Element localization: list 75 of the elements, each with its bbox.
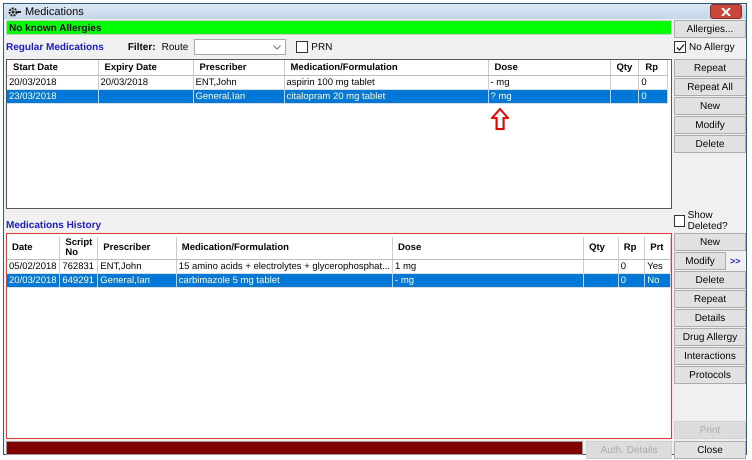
action-button[interactable]: New bbox=[674, 233, 746, 251]
table-cell: 0 bbox=[620, 275, 626, 286]
table-cell: 20/03/2018 bbox=[9, 77, 57, 88]
gear-icon bbox=[8, 6, 22, 16]
route-label: Route bbox=[162, 42, 188, 52]
action-button[interactable]: Protocols bbox=[674, 366, 746, 384]
table-cell: ? mg bbox=[490, 91, 512, 102]
action-button[interactable]: Delete bbox=[674, 135, 746, 153]
column-header[interactable]: Prt bbox=[644, 237, 670, 260]
allergy-status-bar: No known Allergies bbox=[6, 20, 672, 35]
table-cell: 762831 bbox=[62, 261, 94, 272]
column-header[interactable]: Qty bbox=[584, 237, 618, 260]
chevron-down-icon bbox=[273, 44, 282, 50]
prn-label: PRN bbox=[311, 42, 332, 52]
table-cell: carbimazole 5 mg tablet bbox=[178, 275, 280, 286]
table-cell: 1 mg bbox=[395, 261, 416, 272]
table-cell: aspirin 100 mg tablet bbox=[286, 77, 375, 88]
action-button[interactable]: Repeat bbox=[674, 290, 746, 308]
table-cell: No bbox=[647, 275, 660, 286]
section-title: Regular Medications bbox=[6, 42, 104, 52]
table-cell: - mg bbox=[395, 275, 414, 286]
show-deleted-checkbox[interactable] bbox=[674, 215, 685, 227]
table-cell: - mg bbox=[490, 77, 510, 88]
section-title: Medications History bbox=[6, 220, 102, 231]
column-header[interactable]: Dose bbox=[488, 60, 610, 76]
up-arrow-icon bbox=[491, 108, 509, 130]
action-button[interactable]: Repeat All bbox=[674, 78, 746, 96]
action-button[interactable]: Modify bbox=[674, 252, 726, 270]
expand-link[interactable]: >> bbox=[730, 256, 741, 266]
close-dialog-button[interactable]: Close bbox=[674, 441, 746, 459]
table-cell: 05/02/2018 bbox=[9, 261, 57, 272]
column-header[interactable]: Date bbox=[7, 237, 60, 260]
filter-label: Filter: bbox=[128, 42, 156, 52]
action-button[interactable]: Details bbox=[674, 309, 746, 327]
table-cell: Yes bbox=[647, 261, 663, 272]
history-row[interactable]: 20/03/2018 649291 General,Ian carbimazole 5 mg tablet - mg 0 No bbox=[7, 274, 670, 288]
medication-row[interactable]: 23/03/2018 General,Ian citalopram 20 mg tablet ? mg 0 bbox=[7, 90, 668, 104]
column-header[interactable]: Script No bbox=[60, 237, 98, 260]
column-header[interactable]: Prescriber bbox=[193, 60, 284, 76]
table-cell: 20/03/2018 bbox=[9, 275, 57, 286]
column-header[interactable]: Rp bbox=[618, 237, 645, 260]
column-header[interactable]: Rp bbox=[638, 60, 668, 76]
show-deleted-label: Show Deleted? bbox=[688, 210, 729, 232]
column-header[interactable]: Qty bbox=[610, 60, 639, 76]
action-button[interactable]: New bbox=[674, 97, 746, 115]
column-header[interactable]: Start Date bbox=[7, 60, 98, 76]
close-button[interactable] bbox=[710, 4, 742, 19]
table-cell: 649291 bbox=[62, 275, 94, 286]
prn-checkbox[interactable] bbox=[296, 41, 308, 53]
column-header[interactable]: Medication/Formulation bbox=[284, 60, 488, 76]
action-button[interactable]: Interactions bbox=[674, 347, 746, 365]
table-cell: 15 amino acids + electrolytes + glycerophosphat... bbox=[178, 261, 390, 272]
action-button[interactable]: Modify bbox=[674, 116, 746, 134]
column-header[interactable]: Expiry Date bbox=[98, 60, 193, 76]
table-cell: 0 bbox=[641, 91, 647, 102]
table-cell: 0 bbox=[620, 261, 626, 272]
no-allergy-label: No Allergy bbox=[689, 42, 735, 52]
table-cell: ENT,John bbox=[100, 261, 142, 272]
table-cell: citalopram 20 mg tablet bbox=[286, 91, 386, 102]
column-header[interactable]: Prescriber bbox=[98, 237, 176, 260]
table-cell: 23/03/2018 bbox=[9, 91, 57, 102]
action-button[interactable]: Delete bbox=[674, 271, 746, 289]
table-cell: 0 bbox=[641, 77, 647, 88]
table-cell: General,Ian bbox=[196, 91, 246, 102]
column-header[interactable]: Dose bbox=[392, 237, 584, 260]
allergies-button[interactable]: Allergies... bbox=[674, 20, 746, 38]
action-button[interactable]: Repeat bbox=[674, 59, 746, 77]
no-allergy-checkbox[interactable] bbox=[674, 41, 686, 53]
action-button[interactable]: Drug Allergy bbox=[674, 328, 746, 346]
table-cell: 20/03/2018 bbox=[100, 77, 148, 88]
column-header[interactable]: Medication/Formulation bbox=[176, 237, 393, 260]
close-icon bbox=[721, 8, 731, 16]
table-cell: General,Ian bbox=[100, 275, 150, 286]
window-title: Medications bbox=[25, 6, 84, 18]
table-cell: ENT,John bbox=[196, 77, 237, 88]
